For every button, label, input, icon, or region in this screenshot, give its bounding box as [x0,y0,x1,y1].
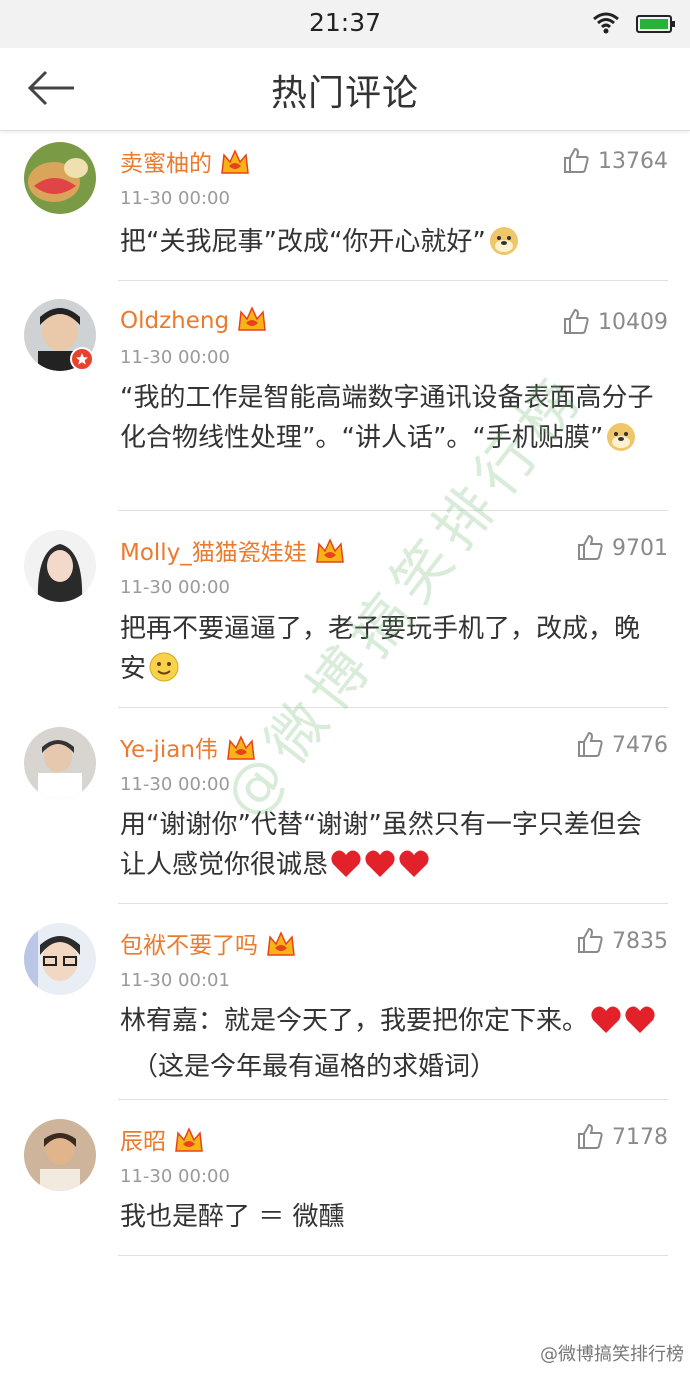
like-button[interactable]: 10409 [562,307,668,335]
comment-text: 我也是醉了 ＝ 微醺 [120,1202,345,1232]
heart-emoji-icon [398,849,430,891]
title-bar: 热门评论 [0,48,690,131]
heart-emoji-icon [330,849,362,891]
comment-item[interactable]: 辰昭 11-30 00:00 我也是醉了 ＝ 微醺 7178 [0,1100,690,1256]
comment-list: 卖蜜柚的 11-30 00:00 把“关我屁事”改成“你开心就好” 13764 … [0,130,690,1256]
username[interactable]: Oldzheng [120,306,267,338]
username[interactable]: Ye-jian伟 [120,730,256,767]
like-button[interactable]: 7476 [576,730,668,758]
status-bar: 21:37 [0,0,690,48]
like-button[interactable]: 9701 [576,533,668,561]
comment-text: 把再不要逼逼了，老子要玩手机了，改成，晚安 [120,609,660,695]
thumbs-up-icon [578,927,603,953]
like-button[interactable]: 7178 [576,1122,668,1150]
status-time: 21:37 [308,8,382,37]
avatar[interactable] [24,530,96,602]
member-crown-icon [226,735,256,767]
member-crown-icon [220,149,250,181]
member-crown-icon [315,538,345,570]
thumbs-up-icon [578,534,603,560]
thumbs-up-icon [578,1123,603,1149]
comment-item[interactable]: 卖蜜柚的 11-30 00:00 把“关我屁事”改成“你开心就好” 13764 [0,130,690,281]
divider [118,1255,668,1256]
comment-time: 11-30 00:00 [120,577,230,598]
comment-time: 11-30 00:00 [120,1166,230,1187]
like-button[interactable]: 13764 [562,146,668,174]
battery-icon [636,14,676,38]
comment-item[interactable]: Molly_猫猫瓷娃娃 11-30 00:00 把再不要逼逼了，老子要玩手机了，… [0,511,690,708]
member-crown-icon [266,931,296,963]
comment-time: 11-30 00:00 [120,347,230,368]
heart-emoji-icon [364,849,396,891]
username[interactable]: 卖蜜柚的 [120,144,250,181]
comment-item[interactable]: 包袱不要了吗 11-30 00:01 林宥嘉：就是今天了，我要把你定下来。（这是… [0,904,690,1100]
heart-emoji-icon [590,1005,622,1047]
doge-emoji-icon [488,224,520,268]
heart-emoji-icon [624,1005,656,1047]
member-crown-icon [237,306,267,338]
avatar[interactable] [24,142,96,214]
member-crown-icon [174,1127,204,1159]
comment-text: 把“关我屁事”改成“你开心就好” [120,222,660,268]
thumbs-up-icon [564,147,589,173]
username[interactable]: 包袱不要了吗 [120,926,296,963]
footer-watermark: @微博搞笑排行榜 [540,1344,684,1365]
smile-emoji-icon [148,651,180,695]
comment-text: 林宥嘉：就是今天了，我要把你定下来。（这是今年最有逼格的求婚词） [120,1001,660,1087]
comment-text: “我的工作是智能高端数字通讯设备表面高分子化合物线性处理”。“讲人话”。“手机贴… [120,378,660,464]
wifi-icon [592,12,620,38]
avatar[interactable] [24,1119,96,1191]
username[interactable]: 辰昭 [120,1122,204,1159]
page-title: 热门评论 [270,73,419,114]
thumbs-up-icon [564,308,589,334]
comment-time: 11-30 00:00 [120,774,230,795]
avatar[interactable] [24,923,96,995]
comment-text: 用“谢谢你”代替“谢谢”虽然只有一字只差但会让人感觉你很诚恳 [120,805,660,891]
like-button[interactable]: 7835 [576,926,668,954]
comment-time: 11-30 00:01 [120,970,230,991]
comment-item[interactable]: Oldzheng 11-30 00:00 “我的工作是智能高端数字通讯设备表面高… [0,281,690,511]
doge-emoji-icon [605,420,637,464]
avatar[interactable] [24,727,96,799]
verified-badge-icon [70,347,94,371]
username[interactable]: Molly_猫猫瓷娃娃 [120,533,345,570]
comment-time: 11-30 00:00 [120,188,230,209]
comment-item[interactable]: Ye-jian伟 11-30 00:00 用“谢谢你”代替“谢谢”虽然只有一字只… [0,708,690,904]
thumbs-up-icon [578,731,603,757]
